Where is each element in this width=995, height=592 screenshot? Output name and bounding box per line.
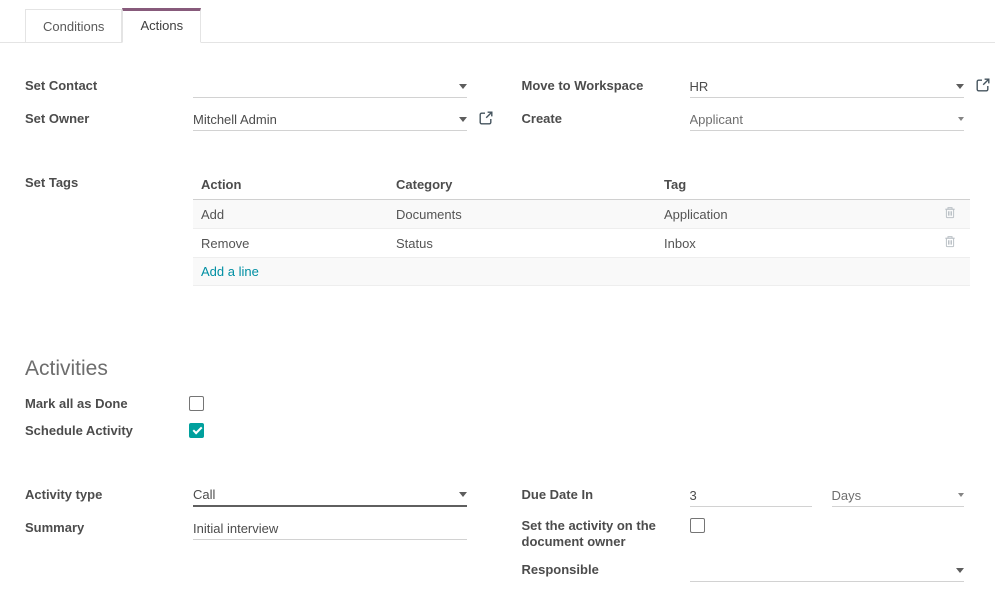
schedule-activity-row: Schedule Activity: [25, 423, 970, 438]
cell-tag[interactable]: Inbox: [656, 229, 930, 258]
tab-conditions[interactable]: Conditions: [25, 9, 122, 43]
move-to-workspace-field[interactable]: HR: [690, 75, 964, 98]
mark-all-done-label: Mark all as Done: [25, 396, 189, 411]
column-header-category: Category: [388, 172, 656, 200]
set-tags-section: Set Tags Action Category Tag Add Documen…: [25, 172, 970, 286]
column-header-tag: Tag: [656, 172, 930, 200]
set-tags-label: Set Tags: [25, 172, 193, 286]
create-row: Create Applicant: [522, 108, 971, 132]
due-date-unit-select[interactable]: Days: [832, 484, 964, 507]
table-row: Add Documents Application: [193, 200, 970, 229]
mark-all-done-checkbox[interactable]: [189, 396, 204, 411]
chevron-down-icon: [459, 117, 467, 122]
activity-type-field[interactable]: Call: [193, 484, 467, 507]
column-header-action: Action: [193, 172, 388, 200]
due-date-in-input[interactable]: 3: [690, 484, 812, 507]
set-contact-field[interactable]: [193, 75, 467, 98]
tab-bar: Conditions Actions: [0, 0, 995, 43]
due-date-in-row: Due Date In 3 Days: [522, 484, 971, 508]
move-to-workspace-row: Move to Workspace HR: [522, 75, 971, 99]
create-label: Create: [522, 108, 690, 126]
responsible-row: Responsible: [522, 559, 971, 583]
set-owner-label: Set Owner: [25, 108, 193, 126]
set-activity-on-owner-label: Set the activity on the document owner: [522, 517, 672, 550]
set-tags-table: Action Category Tag Add Documents Applic…: [193, 172, 970, 286]
summary-label: Summary: [25, 517, 193, 535]
table-row: Remove Status Inbox: [193, 229, 970, 258]
summary-value: Initial interview: [193, 521, 467, 536]
activity-type-label: Activity type: [25, 484, 193, 502]
chevron-down-icon: [958, 493, 964, 497]
schedule-activity-checkbox[interactable]: [189, 423, 204, 438]
chevron-down-icon: [459, 492, 467, 497]
summary-input[interactable]: Initial interview: [193, 517, 467, 540]
cell-action[interactable]: Remove: [193, 229, 388, 258]
cell-category[interactable]: Status: [388, 229, 656, 258]
add-line-row: Add a line: [193, 258, 970, 286]
set-contact-label: Set Contact: [25, 75, 193, 93]
chevron-down-icon: [956, 84, 964, 89]
mark-all-done-row: Mark all as Done: [25, 396, 970, 411]
activity-type-value: Call: [193, 487, 453, 502]
add-a-line-link[interactable]: Add a line: [201, 264, 259, 279]
set-activity-on-owner-row: Set the activity on the document owner: [522, 517, 971, 550]
create-select[interactable]: Applicant: [690, 108, 964, 131]
set-owner-field[interactable]: Mitchell Admin: [193, 108, 467, 131]
set-owner-row: Set Owner Mitchell Admin: [25, 108, 474, 132]
set-activity-on-owner-checkbox[interactable]: [690, 518, 705, 533]
table-header-row: Action Category Tag: [193, 172, 970, 200]
column-header-delete: [930, 172, 970, 200]
due-date-unit-value: Days: [832, 488, 952, 503]
summary-row: Summary Initial interview: [25, 517, 474, 541]
activity-type-row: Activity type Call: [25, 484, 474, 508]
responsible-field[interactable]: [690, 559, 964, 582]
due-date-in-value: 3: [690, 488, 812, 503]
due-date-in-label: Due Date In: [522, 484, 690, 502]
cell-tag[interactable]: Application: [656, 200, 930, 229]
chevron-down-icon: [459, 84, 467, 89]
chevron-down-icon: [958, 117, 964, 121]
move-to-workspace-value: HR: [690, 79, 950, 94]
trash-icon[interactable]: [944, 206, 956, 219]
set-owner-value: Mitchell Admin: [193, 112, 453, 127]
actions-tab-content: Set Contact Set Owner Mitchell Admin: [0, 43, 995, 592]
set-contact-row: Set Contact: [25, 75, 474, 99]
tab-actions[interactable]: Actions: [122, 8, 201, 43]
external-link-icon[interactable]: [479, 111, 493, 125]
schedule-activity-label: Schedule Activity: [25, 423, 189, 438]
cell-category[interactable]: Documents: [388, 200, 656, 229]
responsible-label: Responsible: [522, 559, 690, 577]
external-link-icon[interactable]: [976, 78, 990, 92]
move-to-workspace-label: Move to Workspace: [522, 75, 690, 93]
activities-heading: Activities: [25, 357, 970, 381]
create-value: Applicant: [690, 112, 952, 127]
chevron-down-icon: [956, 568, 964, 573]
trash-icon[interactable]: [944, 235, 956, 248]
cell-action[interactable]: Add: [193, 200, 388, 229]
